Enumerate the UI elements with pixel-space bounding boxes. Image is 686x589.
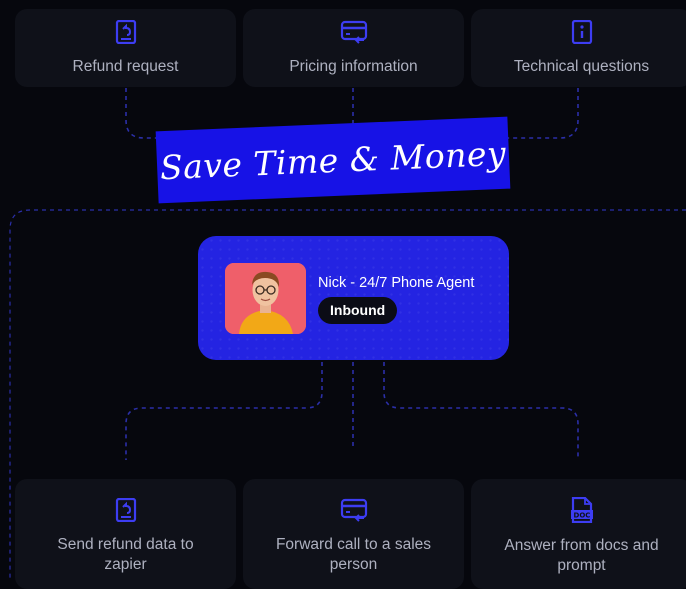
card-label: Refund request [72, 57, 179, 75]
credit-card-icon [340, 20, 368, 49]
refund-receipt-icon [115, 19, 137, 49]
card-label: Pricing information [289, 57, 418, 75]
inbound-badge: Inbound [318, 297, 398, 324]
credit-card-icon [340, 498, 368, 527]
card-send-refund-data[interactable]: Send refund data to zapier [15, 479, 236, 589]
card-answer-from-docs[interactable]: DOC Answer from docs and prompt [471, 479, 686, 589]
save-time-banner: Save Time & Money [155, 116, 511, 204]
refund-receipt-icon [115, 497, 137, 527]
card-refund-request[interactable]: Refund request [15, 9, 236, 87]
card-label: Answer from docs and prompt [504, 536, 659, 574]
card-label: Send refund data to zapier [57, 535, 194, 573]
card-forward-call[interactable]: Forward call to a sales person [243, 479, 464, 589]
card-label: Technical questions [513, 57, 650, 75]
card-label: Forward call to a sales person [275, 535, 432, 573]
connector-bottom-left [125, 362, 323, 460]
doc-file-icon: DOC [570, 496, 594, 528]
connector-bottom-right [383, 362, 579, 460]
banner-text: Save Time & Money [159, 133, 507, 187]
info-document-icon [571, 19, 593, 49]
agent-card[interactable]: Nick - 24/7 Phone Agent Inbound [198, 236, 509, 360]
svg-text:DOC: DOC [573, 511, 590, 519]
agent-avatar [225, 263, 306, 334]
card-technical-questions[interactable]: Technical questions [471, 9, 686, 87]
agent-name: Nick - 24/7 Phone Agent [318, 275, 475, 291]
card-pricing-information[interactable]: Pricing information [243, 9, 464, 87]
